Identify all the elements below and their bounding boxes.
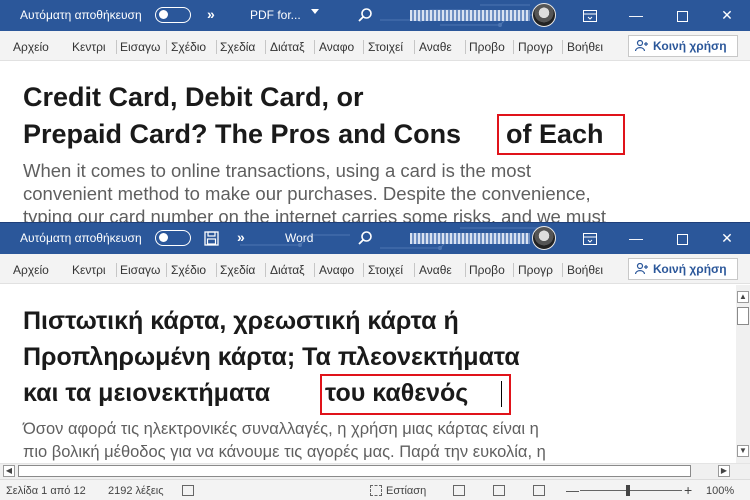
focus-icon[interactable] <box>370 485 382 496</box>
scroll-right-arrow-icon[interactable]: ▶ <box>718 465 730 477</box>
ribbon-display-options-icon[interactable] <box>567 0 613 31</box>
scroll-down-arrow-icon[interactable]: ▼ <box>737 445 749 457</box>
proofing-icon[interactable] <box>182 485 194 496</box>
body-line-3: typing our card number on the internet c… <box>23 206 607 222</box>
share-button[interactable]: Κοινή χρήση <box>628 35 738 57</box>
tab-insert[interactable]: Εισαγω <box>120 263 164 277</box>
share-button[interactable]: Κοινή χρήση <box>628 258 738 280</box>
share-label: Κοινή χρήση <box>653 39 727 53</box>
tab-home[interactable]: Κεντρι <box>72 40 114 54</box>
heading-line-1: Πιστωτική κάρτα, χρεωστική κάρτα ή <box>23 307 459 335</box>
autosave-label: Αυτόματη αποθήκευση <box>20 231 142 245</box>
horizontal-scrollbar[interactable]: ◀ ▶ <box>0 463 750 479</box>
tab-layout[interactable]: Διάταξ <box>270 40 312 54</box>
tab-insert[interactable]: Εισαγω <box>120 40 164 54</box>
tab-mailings[interactable]: Στοιχεί <box>368 263 412 277</box>
tab-home[interactable]: Κεντρι <box>72 263 114 277</box>
tab-design[interactable]: Σχέδιο <box>171 263 213 277</box>
title-bar: Αυτόματη αποθήκευση » PDF for... — ✕ <box>0 0 750 31</box>
tab-references[interactable]: Αναφο <box>319 263 361 277</box>
maximize-button[interactable] <box>659 0 705 31</box>
tab-developer[interactable]: Προγρ <box>518 263 560 277</box>
scroll-up-arrow-icon[interactable]: ▲ <box>737 291 749 303</box>
tab-view[interactable]: Προβο <box>469 263 511 277</box>
chevron-down-icon[interactable] <box>311 9 319 14</box>
autosave-toggle[interactable] <box>155 7 191 23</box>
zoom-out-icon[interactable]: — <box>566 483 579 498</box>
tab-review[interactable]: Αναθε <box>419 40 463 54</box>
tab-file[interactable]: Αρχείο <box>13 263 49 277</box>
tab-file[interactable]: Αρχείο <box>13 40 49 54</box>
title-bar: Αυτόματη αποθήκευση » Word — ✕ <box>0 223 750 254</box>
body-line-2: πιο βολική μέθοδος για να κάνουμε τις αγ… <box>23 443 546 461</box>
body-line-1: When it comes to online transactions, us… <box>23 160 531 181</box>
tab-help[interactable]: Βοήθει <box>567 40 611 54</box>
tab-design[interactable]: Σχέδιο <box>171 40 213 54</box>
close-button[interactable]: ✕ <box>704 223 750 254</box>
scroll-left-arrow-icon[interactable]: ◀ <box>3 465 15 477</box>
ribbon-display-options-icon[interactable] <box>567 223 613 254</box>
minimize-button[interactable]: — <box>613 0 659 31</box>
window-english: Αυτόματη αποθήκευση » PDF for... — ✕ Αρχ… <box>0 0 750 222</box>
read-mode-icon[interactable] <box>453 485 465 496</box>
document-area[interactable]: Πιστωτική κάρτα, χρεωστική κάρτα ή Προπλ… <box>0 285 736 463</box>
zoom-in-icon[interactable]: + <box>684 482 692 498</box>
body-line-2: convenient method to make our purchases.… <box>23 183 591 204</box>
autosave-label: Αυτόματη αποθήκευση <box>20 8 142 22</box>
minimize-button[interactable]: — <box>613 223 659 254</box>
username-redacted <box>410 10 530 21</box>
status-bar: Σελίδα 1 από 12 2192 λέξεις Εστίαση — + … <box>0 479 750 500</box>
heading-line-1: Credit Card, Debit Card, or <box>23 82 364 112</box>
tab-review[interactable]: Αναθε <box>419 263 463 277</box>
document-area[interactable]: Credit Card, Debit Card, or Prepaid Card… <box>0 62 750 222</box>
more-commands-icon[interactable]: » <box>207 6 215 22</box>
vertical-scroll-thumb[interactable] <box>737 307 749 325</box>
ribbon-tabs: Αρχείο Κεντρι Εισαγω Σχέδιο Σχεδία Διάτα… <box>0 254 750 284</box>
print-layout-icon[interactable] <box>493 485 505 496</box>
heading-line-2: Prepaid Card? The Pros and Cons <box>23 119 462 149</box>
highlight-box <box>497 114 625 155</box>
vertical-scrollbar[interactable]: ▲ ▼ <box>736 285 750 463</box>
share-person-icon <box>635 263 648 274</box>
close-button[interactable]: ✕ <box>704 0 750 31</box>
focus-label[interactable]: Εστίαση <box>386 485 426 497</box>
tab-developer[interactable]: Προγρ <box>518 40 560 54</box>
tab-mailings[interactable]: Στοιχεί <box>368 40 412 54</box>
highlight-box <box>320 374 511 415</box>
tab-layout[interactable]: Διάταξ <box>270 263 312 277</box>
avatar[interactable] <box>532 226 556 250</box>
horizontal-scroll-thumb[interactable] <box>18 465 691 477</box>
tab-draw[interactable]: Σχεδία <box>220 40 262 54</box>
text-cursor <box>501 381 502 407</box>
page-count[interactable]: Σελίδα 1 από 12 <box>6 485 86 497</box>
tab-draw[interactable]: Σχεδία <box>220 263 262 277</box>
window-greek: Αυτόματη αποθήκευση » Word — ✕ Αρχείο Κε… <box>0 222 750 500</box>
save-icon[interactable] <box>204 231 219 246</box>
zoom-level[interactable]: 100% <box>706 485 734 497</box>
share-label: Κοινή χρήση <box>653 262 727 276</box>
username-redacted <box>410 233 530 244</box>
web-layout-icon[interactable] <box>533 485 545 496</box>
zoom-slider[interactable] <box>580 490 682 491</box>
heading-line-3: και τα μειονεκτήματα <box>23 379 271 407</box>
zoom-slider-thumb[interactable] <box>626 485 630 496</box>
heading-line-2: Προπληρωμένη κάρτα; Τα πλεονεκτήματα <box>23 343 520 371</box>
maximize-button[interactable] <box>659 223 705 254</box>
avatar[interactable] <box>532 3 556 27</box>
share-person-icon <box>635 40 648 51</box>
ribbon-tabs: Αρχείο Κεντρι Εισαγω Σχέδιο Σχεδία Διάτα… <box>0 31 750 61</box>
autosave-toggle[interactable] <box>155 230 191 246</box>
tab-references[interactable]: Αναφο <box>319 40 361 54</box>
search-icon[interactable] <box>357 7 373 23</box>
word-count[interactable]: 2192 λέξεις <box>108 485 164 497</box>
tab-view[interactable]: Προβο <box>469 40 511 54</box>
tab-help[interactable]: Βοήθει <box>567 263 611 277</box>
body-line-1: Όσον αφορά τις ηλεκτρονικές συναλλαγές, … <box>23 420 539 438</box>
document-title[interactable]: PDF for... <box>250 8 301 22</box>
